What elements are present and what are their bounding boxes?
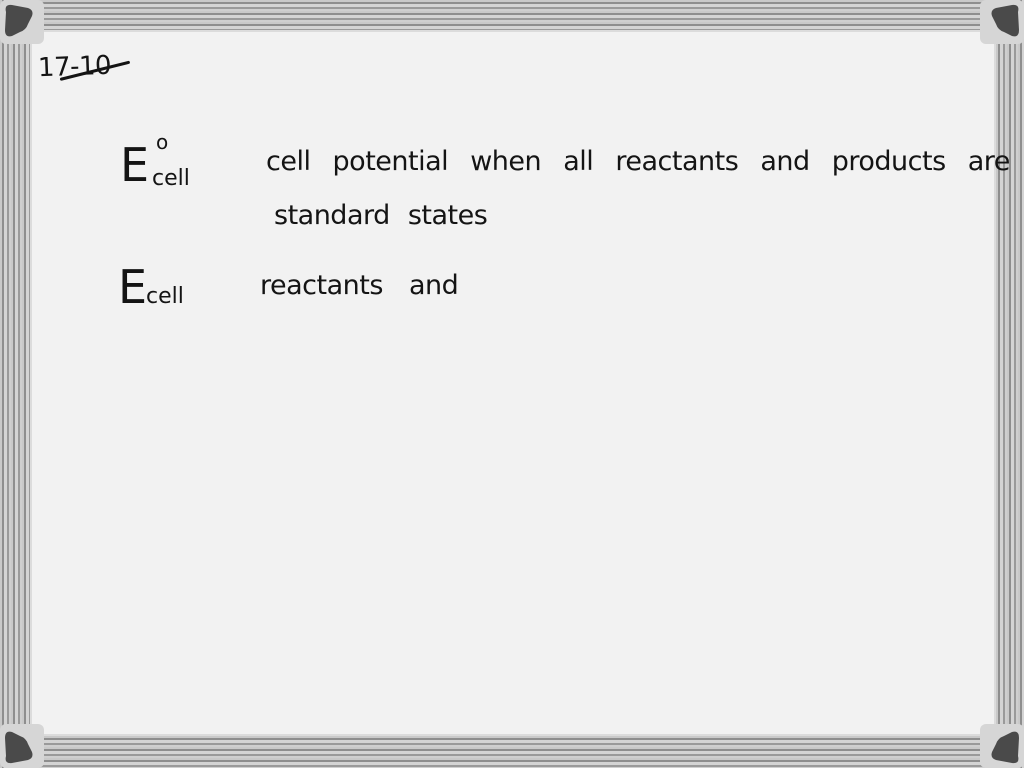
corner-cap-bottom-left-icon — [0, 724, 44, 768]
whiteboard-frame-bottom — [0, 734, 1024, 768]
standard-cell-potential-symbol: E — [120, 138, 149, 192]
cell-potential-symbol: E — [118, 260, 147, 314]
corner-cap-top-left-icon — [0, 0, 44, 44]
definition-line: standard states — [274, 200, 488, 231]
whiteboard-frame-top — [0, 0, 1024, 32]
cell-subscript: cell — [152, 166, 190, 191]
definition-line: reactants and — [260, 270, 459, 301]
cell-subscript: cell — [146, 284, 184, 309]
whiteboard-frame-right — [994, 0, 1024, 768]
corner-cap-bottom-right-icon — [980, 724, 1024, 768]
corner-cap-top-right-icon — [980, 0, 1024, 44]
whiteboard: 17-10 E o cell cell potential when all r… — [0, 0, 1024, 768]
standard-state-superscript: o — [156, 130, 169, 154]
whiteboard-frame-left — [0, 0, 32, 768]
definition-line: cell potential when all reactants and pr… — [266, 146, 1024, 177]
writing-surface — [32, 32, 994, 734]
